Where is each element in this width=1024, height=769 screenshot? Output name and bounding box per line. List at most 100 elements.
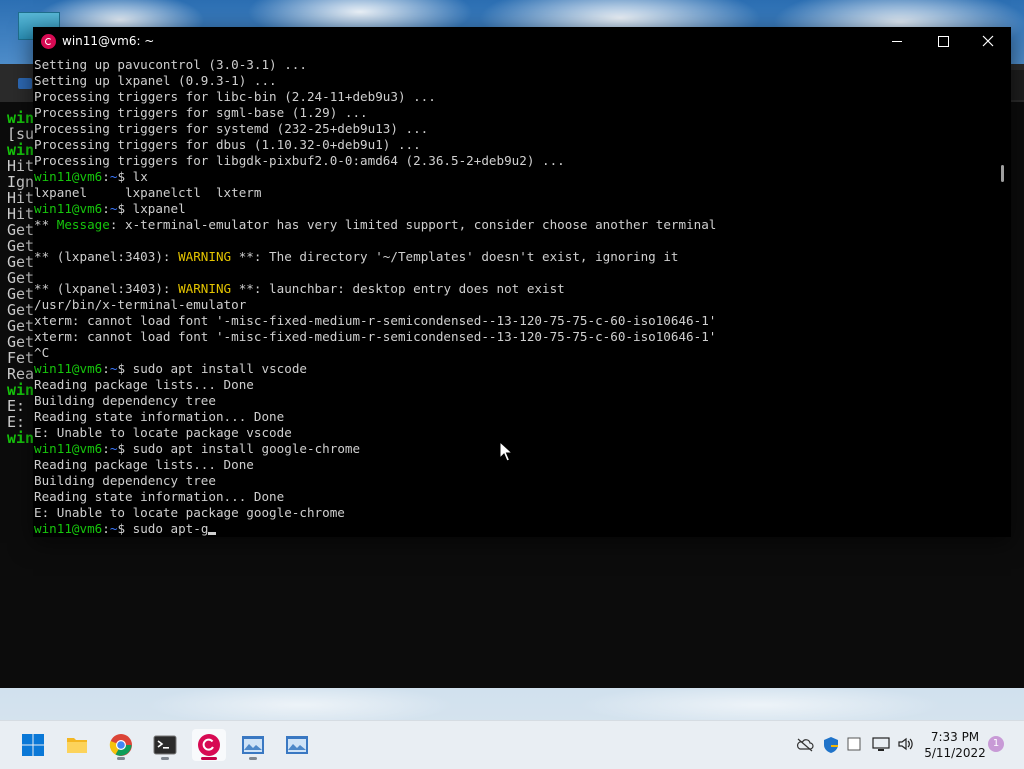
chrome-button[interactable] xyxy=(104,729,138,761)
app-window-1-button[interactable] xyxy=(236,729,270,761)
output-text: lxpanel lxpanelctl lxterm xyxy=(34,185,262,200)
output-text: Setting up pavucontrol (3.0-3.1) ... xyxy=(34,57,307,72)
background-terminal-line: win xyxy=(7,109,35,127)
terminal-line: xterm: cannot load font '-misc-fixed-med… xyxy=(34,329,994,345)
output-text: Reading package lists... Done xyxy=(34,457,254,472)
tab-scroll-edge xyxy=(1010,70,1024,100)
terminal-line: E: Unable to locate package google-chrom… xyxy=(34,505,994,521)
background-terminal-line: Get xyxy=(7,221,35,239)
terminal-line: Reading state information... Done xyxy=(34,489,994,505)
command-text: sudo apt install google-chrome xyxy=(132,441,361,456)
terminal-line: ** Message: x-terminal-emulator has very… xyxy=(34,217,994,233)
warning-prefix: ** (lxpanel:3403): xyxy=(34,281,179,296)
output-text: xterm: cannot load font '-misc-fixed-med… xyxy=(34,329,717,344)
output-text: Setting up lxpanel (0.9.3-1) ... xyxy=(34,73,277,88)
prompt-symbol: $ xyxy=(117,521,133,536)
prompt-user: win11@vm6 xyxy=(34,521,103,536)
powershell-icon[interactable] xyxy=(18,78,32,89)
background-terminal-line: Get xyxy=(7,301,35,319)
background-terminal-line: win xyxy=(7,141,35,159)
background-terminal-line: E: xyxy=(7,397,35,415)
background-terminal-line: [su xyxy=(7,125,35,143)
prompt-user: win11@vm6 xyxy=(34,201,103,216)
terminal-line: win11@vm6:~$ sudo apt install vscode xyxy=(34,361,994,377)
output-text: xterm: cannot load font '-misc-fixed-med… xyxy=(34,313,717,328)
maximize-icon xyxy=(937,35,949,47)
background-terminal-line: win xyxy=(7,381,35,399)
terminal-line: lxpanel lxpanelctl lxterm xyxy=(34,185,994,201)
network-icon[interactable] xyxy=(872,736,890,752)
close-button[interactable] xyxy=(965,27,1011,56)
terminal-output[interactable]: Setting up pavucontrol (3.0-3.1) ... Sett… xyxy=(34,57,994,537)
message-prefix: ** xyxy=(34,217,57,232)
terminal-line: Setting up lxpanel (0.9.3-1) ... xyxy=(34,73,994,89)
terminal-line: Processing triggers for libgdk-pixbuf2.0… xyxy=(34,153,994,169)
terminal-line: Processing triggers for sgml-base (1.29)… xyxy=(34,105,994,121)
prompt-separator: : xyxy=(102,169,110,184)
terminal-line: ^C xyxy=(34,345,994,361)
terminal-line: ** (lxpanel:3403): WARNING **: The direc… xyxy=(34,249,994,265)
terminal-line: win11@vm6:~$ sudo apt-g xyxy=(34,521,994,537)
security-shield-icon[interactable] xyxy=(822,736,840,754)
prompt-user: win11@vm6 xyxy=(34,441,103,456)
terminal-line: Reading package lists... Done xyxy=(34,377,994,393)
clock[interactable]: 7:33 PM 5/11/2022 xyxy=(920,729,990,761)
maximize-button[interactable] xyxy=(920,27,966,56)
prompt-user: win11@vm6 xyxy=(34,169,103,184)
background-terminal-line: Get xyxy=(7,237,35,255)
minimize-button[interactable] xyxy=(874,27,920,56)
app-window-2-button[interactable] xyxy=(280,729,314,761)
background-terminal-line: Hit xyxy=(7,157,35,175)
terminal-line: Building dependency tree xyxy=(34,393,994,409)
debian-button[interactable] xyxy=(192,729,226,761)
background-terminal-line: Hit xyxy=(7,205,35,223)
output-text: Building dependency tree xyxy=(34,393,216,408)
close-icon xyxy=(982,35,994,47)
terminal-line: win11@vm6:~$ lx xyxy=(34,169,994,185)
debian-icon xyxy=(41,34,56,49)
background-terminal-output: win [su win Hit Ign Hit Hit Get Get Get Get Get Get G… xyxy=(7,110,34,446)
output-text: Processing triggers for libgdk-pixbuf2.0… xyxy=(34,153,565,168)
output-text: ^C xyxy=(34,345,50,360)
output-text: Processing triggers for sgml-base (1.29)… xyxy=(34,105,368,120)
output-text: Reading package lists... Done xyxy=(34,377,254,392)
scrollbar[interactable] xyxy=(995,57,1011,535)
taskbar: 7:33 PM 5/11/2022 xyxy=(0,720,1024,769)
terminal-line: Setting up pavucontrol (3.0-3.1) ... xyxy=(34,57,994,73)
terminal-button[interactable] xyxy=(148,729,182,761)
prompt-symbol: $ xyxy=(117,441,133,456)
running-indicator xyxy=(161,757,169,760)
app-tray-icon[interactable] xyxy=(847,737,861,751)
image-window-icon xyxy=(286,736,308,754)
prompt-symbol: $ xyxy=(117,169,133,184)
background-terminal-line: Get xyxy=(7,269,35,287)
warning-text: **: launchbar: desktop entry does not ex… xyxy=(231,281,565,296)
message-label: Message xyxy=(56,217,110,232)
terminal-line: ** (lxpanel:3403): WARNING **: launchbar… xyxy=(34,281,994,297)
prompt-symbol: $ xyxy=(117,361,133,376)
warning-label: WARNING xyxy=(178,249,232,264)
start-button[interactable] xyxy=(16,729,50,761)
background-terminal-line: Get xyxy=(7,253,35,271)
command-text: sudo apt install vscode xyxy=(132,361,307,376)
background-terminal-line: Get xyxy=(7,317,35,335)
output-text: Processing triggers for dbus (1.10.32-0+… xyxy=(34,137,421,152)
terminal-line: xterm: cannot load font '-misc-fixed-med… xyxy=(34,313,994,329)
clock-date: 5/11/2022 xyxy=(924,746,986,760)
windows-logo-icon xyxy=(22,734,44,756)
title-bar[interactable]: win11@vm6: ~ xyxy=(33,27,1011,56)
scrollbar-thumb[interactable] xyxy=(1001,165,1004,182)
command-text: lx xyxy=(132,169,148,184)
file-explorer-button[interactable] xyxy=(60,729,94,761)
warning-label: WARNING xyxy=(178,281,232,296)
running-indicator xyxy=(117,757,125,760)
notification-badge[interactable]: 1 xyxy=(988,736,1004,752)
cloud-offline-icon[interactable] xyxy=(796,737,814,753)
terminal-line: E: Unable to locate package vscode xyxy=(34,425,994,441)
clock-time: 7:33 PM xyxy=(930,730,980,744)
terminal-line: Processing triggers for systemd (232-25+… xyxy=(34,121,994,137)
volume-icon[interactable] xyxy=(897,736,915,752)
terminal-window[interactable]: win11@vm6: ~ Setting up pavucontrol (3.0… xyxy=(33,27,1011,537)
